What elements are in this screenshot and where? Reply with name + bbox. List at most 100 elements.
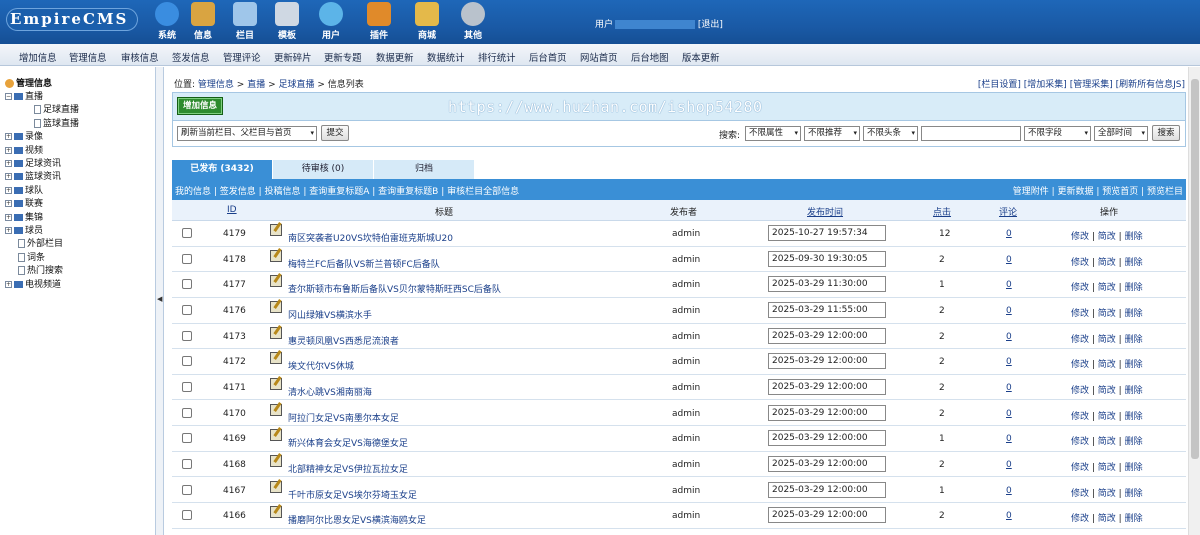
row-time-field[interactable]: 2025-03-29 12:00:00 (768, 430, 886, 447)
row-comments-link[interactable]: 0 (1006, 409, 1012, 419)
row-time-field[interactable]: 2025-10-27 19:57:34 (768, 225, 886, 241)
row-time-field[interactable]: 2025-09-30 19:30:05 (768, 250, 886, 267)
row-quick-edit-link[interactable]: 简改 (1098, 463, 1116, 473)
collapse-icon[interactable]: − (5, 93, 12, 100)
empirecms-logo[interactable]: EmpireCMS (6, 8, 139, 31)
row-delete-link[interactable]: 删除 (1125, 437, 1143, 447)
row-delete-link[interactable]: 删除 (1125, 309, 1143, 319)
row-title-link[interactable]: 北部精神女足VS伊拉瓦拉女足 (288, 465, 408, 475)
menu-item[interactable]: 审核信息 (121, 50, 159, 64)
tree-item[interactable]: + 电视频道 (5, 277, 61, 290)
tree-item[interactable]: + 球队 (5, 183, 43, 196)
column-header-id[interactable]: ID (227, 205, 237, 215)
row-delete-link[interactable]: 删除 (1125, 335, 1143, 345)
row-edit-link[interactable]: 修改 (1071, 463, 1089, 473)
row-delete-link[interactable]: 删除 (1125, 232, 1143, 242)
headline-filter-select[interactable]: 不限头条 ▾ (863, 126, 918, 141)
expand-icon[interactable]: + (5, 160, 12, 167)
tree-item[interactable]: + 联赛 (5, 196, 43, 209)
row-quick-edit-link[interactable]: 简改 (1098, 335, 1116, 345)
vertical-scrollbar[interactable] (1188, 67, 1200, 535)
tree-item[interactable]: 外部栏目 (18, 236, 63, 249)
row-quick-edit-link[interactable]: 简改 (1098, 514, 1116, 524)
row-checkbox[interactable] (182, 356, 192, 367)
row-quick-edit-link[interactable]: 简改 (1098, 412, 1116, 422)
row-comments-link[interactable]: 0 (1006, 332, 1012, 342)
row-edit-link[interactable]: 修改 (1071, 437, 1089, 447)
expand-icon[interactable]: + (5, 146, 12, 154)
field-select[interactable]: 不限字段 ▾ (1024, 126, 1091, 141)
menu-item[interactable]: 后台首页 (529, 50, 567, 64)
tree-item[interactable]: + 集锦 (5, 210, 43, 223)
breadcrumb-item[interactable]: 直播 (247, 80, 265, 90)
expand-icon[interactable]: + (5, 227, 12, 234)
menu-item[interactable]: 签发信息 (172, 50, 210, 64)
edit-document-icon[interactable] (270, 326, 282, 339)
row-quick-edit-link[interactable]: 简改 (1098, 437, 1116, 447)
row-checkbox[interactable] (182, 458, 192, 469)
menu-item[interactable]: 数据统计 (427, 50, 465, 64)
add-collect-link[interactable]: [增加采集] (1024, 80, 1067, 90)
row-time-field[interactable]: 2025-03-29 11:55:00 (768, 301, 886, 318)
row-delete-link[interactable]: 删除 (1125, 283, 1143, 293)
row-time-field[interactable]: 2025-03-29 11:30:00 (768, 276, 886, 293)
row-delete-link[interactable]: 删除 (1125, 258, 1143, 268)
row-comments-link[interactable]: 0 (1006, 434, 1012, 444)
tree-item[interactable]: + 视频 (5, 143, 43, 156)
sidebar-splitter[interactable]: ◀ (156, 67, 164, 535)
edit-document-icon[interactable] (270, 429, 282, 442)
row-checkbox[interactable] (182, 381, 192, 392)
row-checkbox[interactable] (182, 279, 192, 290)
edit-document-icon[interactable] (270, 377, 282, 390)
row-quick-edit-link[interactable]: 简改 (1098, 386, 1116, 396)
collapse-arrow-icon[interactable]: ◀ (157, 295, 162, 303)
row-time-field[interactable]: 2025-03-29 12:00:00 (768, 455, 886, 472)
row-title-link[interactable]: 冈山绿雉VS横滨水手 (288, 311, 372, 321)
row-edit-link[interactable]: 修改 (1071, 412, 1089, 422)
tree-item[interactable]: + 球员 (5, 223, 43, 236)
row-checkbox[interactable] (182, 228, 192, 238)
row-title-link[interactable]: 梅特兰FC后备队VS新兰普顿FC后备队 (288, 260, 440, 270)
nav-user-button[interactable]: 用户 (312, 2, 350, 41)
edit-document-icon[interactable] (270, 300, 282, 313)
row-edit-link[interactable]: 修改 (1071, 283, 1089, 293)
tab-published[interactable]: 已发布 (3432) (172, 160, 272, 179)
edit-document-icon[interactable] (270, 480, 282, 493)
tree-root[interactable]: 管理信息 (5, 76, 52, 89)
row-comments-link[interactable]: 0 (1006, 229, 1012, 239)
logout-link[interactable]: [退出] (698, 20, 723, 30)
scrollbar-thumb[interactable] (1191, 79, 1199, 459)
row-delete-link[interactable]: 删除 (1125, 412, 1143, 422)
row-comments-link[interactable]: 0 (1006, 280, 1012, 290)
row-quick-edit-link[interactable]: 简改 (1098, 309, 1116, 319)
expand-icon[interactable]: + (5, 280, 12, 288)
manage-collect-link[interactable]: [管理采集] (1070, 80, 1113, 90)
row-title-link[interactable]: 惠灵顿凤凰VS西悉尼流浪者 (288, 337, 399, 347)
row-comments-link[interactable]: 0 (1006, 486, 1012, 496)
recommend-filter-select[interactable]: 不限推荐 ▾ (804, 126, 860, 141)
row-title-link[interactable]: 清水心跳VS湘南丽海 (288, 388, 372, 398)
row-edit-link[interactable]: 修改 (1071, 309, 1089, 319)
edit-document-icon[interactable] (270, 275, 282, 288)
menu-item[interactable]: 增加信息 (19, 50, 57, 64)
row-checkbox[interactable] (182, 484, 192, 495)
nav-gear-button[interactable]: 其他 (454, 2, 492, 41)
row-delete-link[interactable]: 删除 (1125, 386, 1143, 396)
tree-item[interactable]: + 录像 (5, 129, 43, 142)
row-delete-link[interactable]: 删除 (1125, 514, 1143, 524)
row-comments-link[interactable]: 0 (1006, 511, 1012, 521)
row-edit-link[interactable]: 修改 (1071, 386, 1089, 396)
row-time-field[interactable]: 2025-03-29 12:00:00 (768, 327, 886, 344)
row-time-field[interactable]: 2025-03-29 12:00:00 (768, 507, 886, 524)
expand-icon[interactable]: + (5, 186, 12, 194)
tree-item[interactable]: + 足球资讯 (5, 156, 61, 169)
attribute-filter-select[interactable]: 不限属性 ▾ (745, 126, 801, 141)
edit-document-icon[interactable] (270, 454, 282, 467)
row-checkbox[interactable] (182, 433, 192, 444)
row-delete-link[interactable]: 删除 (1125, 360, 1143, 370)
expand-icon[interactable]: + (5, 213, 12, 221)
row-time-field[interactable]: 2025-03-29 12:00:00 (768, 404, 886, 421)
menu-item[interactable]: 更新碎片 (274, 50, 312, 64)
row-edit-link[interactable]: 修改 (1071, 360, 1089, 370)
row-title-link[interactable]: 查尔斯顿市布鲁斯后备队VS贝尔蒙特斯旺西SC后备队 (288, 285, 501, 295)
